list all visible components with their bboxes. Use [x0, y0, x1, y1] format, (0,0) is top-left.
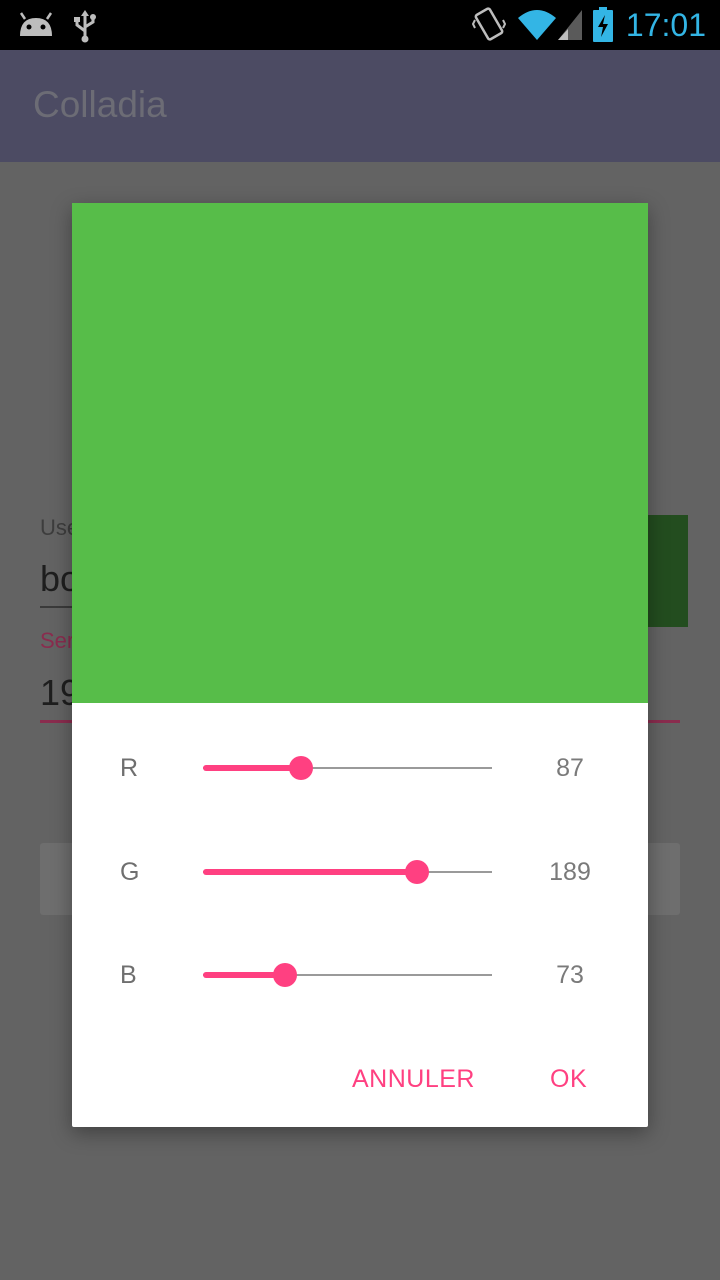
green-label: G — [120, 858, 140, 886]
green-value: 189 — [549, 858, 591, 886]
signal-icon — [556, 8, 584, 46]
green-slider-thumb[interactable] — [405, 860, 429, 884]
ok-button[interactable]: OK — [550, 1055, 587, 1103]
cancel-button[interactable]: ANNULER — [352, 1055, 475, 1103]
color-picker-dialog: R 87 G 189 B 73 ANNULER OK — [72, 203, 648, 1127]
vibrate-icon — [471, 6, 507, 48]
wifi-icon — [516, 8, 558, 46]
red-slider-thumb[interactable] — [289, 756, 313, 780]
blue-value: 73 — [556, 961, 584, 989]
red-label: R — [120, 754, 139, 782]
blue-label: B — [120, 961, 137, 989]
app-bar: Colladia — [0, 50, 720, 162]
app-title: Colladia — [33, 84, 167, 125]
usb-icon — [72, 9, 98, 47]
battery-charging-icon — [592, 7, 614, 47]
slider-row-green: G 189 — [72, 842, 648, 902]
status-bar: 17:01 — [0, 0, 720, 50]
blue-slider-thumb[interactable] — [273, 963, 297, 987]
android-icon — [16, 10, 56, 42]
color-preview — [72, 203, 648, 703]
red-value: 87 — [556, 754, 584, 782]
green-slider-fill — [203, 869, 417, 875]
server-label: Ser — [40, 628, 75, 653]
slider-row-red: R 87 — [72, 738, 648, 798]
red-slider-fill — [203, 765, 301, 771]
status-time: 17:01 — [625, 7, 706, 43]
slider-row-blue: B 73 — [72, 945, 648, 1005]
